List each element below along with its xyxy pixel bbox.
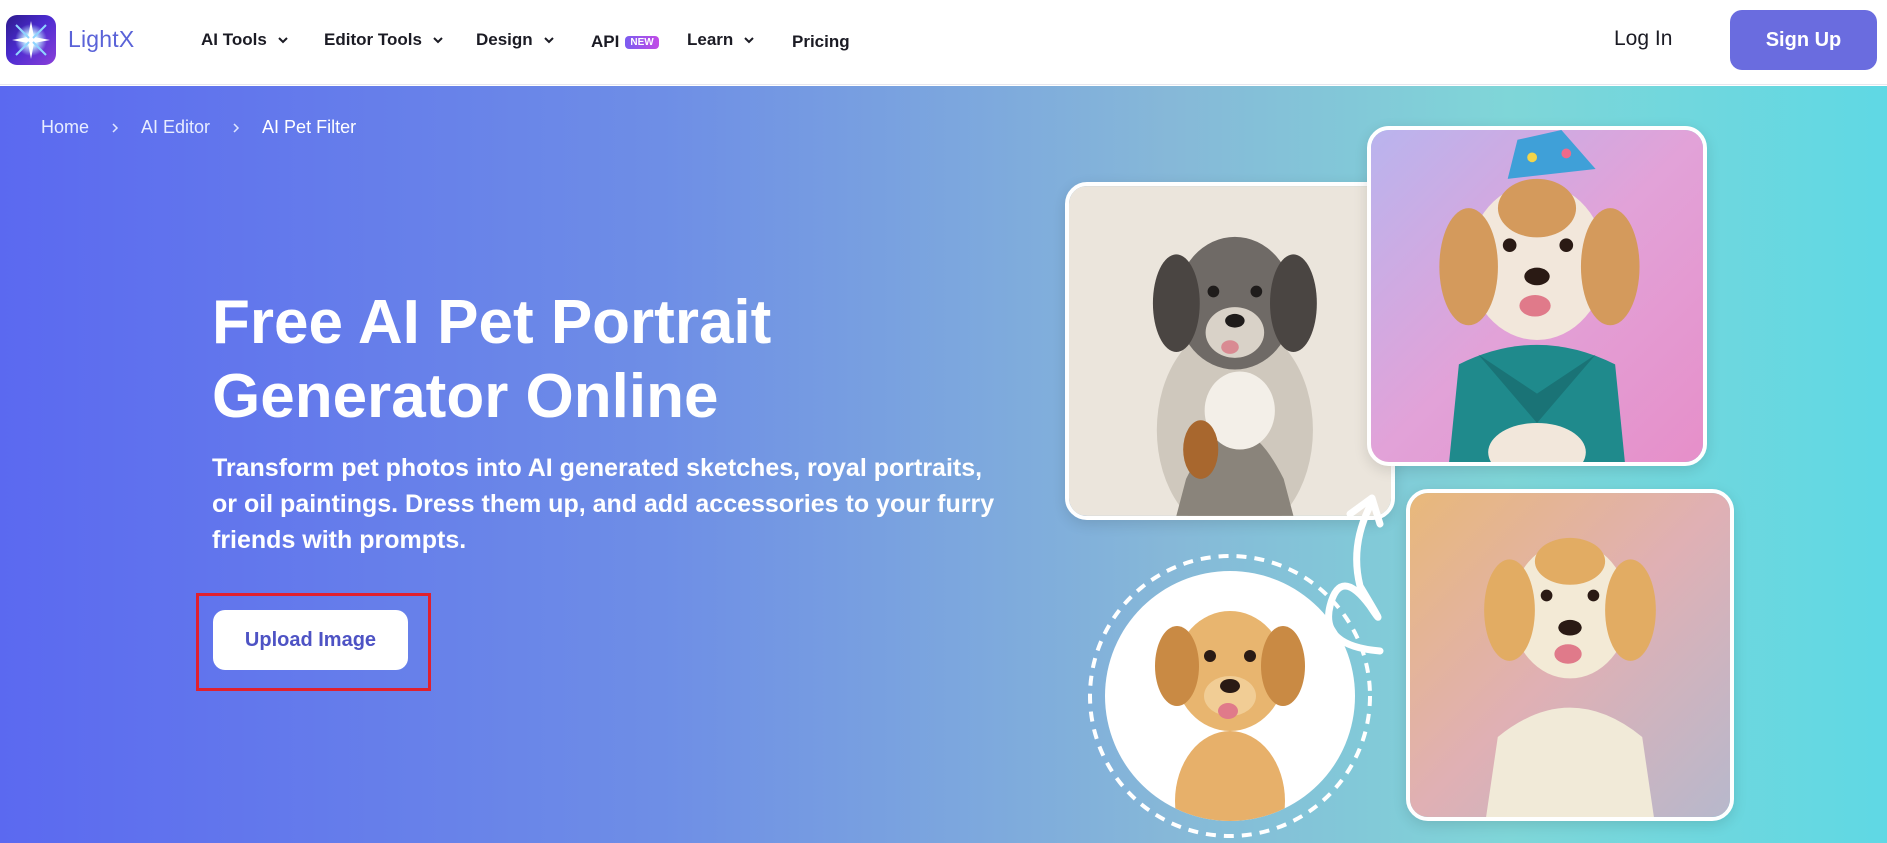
signup-button[interactable]: Sign Up bbox=[1730, 10, 1877, 70]
top-navbar: LightX AI Tools Editor Tools Design API … bbox=[0, 0, 1887, 85]
page-title-line2: Generator Online bbox=[212, 362, 719, 431]
nav-pricing-label: Pricing bbox=[792, 32, 850, 51]
party-dog-illustration bbox=[1371, 130, 1703, 462]
lightx-star-icon bbox=[12, 21, 50, 59]
nav-learn-label: Learn bbox=[687, 30, 734, 49]
sketch-dog-illustration bbox=[1069, 186, 1391, 516]
breadcrumb-home[interactable]: Home bbox=[41, 117, 89, 138]
chevron-down-icon bbox=[543, 37, 554, 44]
nav-editor-tools-label: Editor Tools bbox=[324, 30, 422, 49]
chevron-right-icon bbox=[233, 122, 240, 133]
upload-image-button[interactable]: Upload Image bbox=[213, 610, 408, 670]
chevron-down-icon bbox=[433, 37, 443, 44]
hero-subtitle: Transform pet photos into AI generated s… bbox=[212, 454, 995, 554]
chevron-right-icon bbox=[112, 122, 119, 133]
login-link[interactable]: Log In bbox=[1614, 27, 1672, 51]
chevron-down-icon bbox=[278, 37, 288, 44]
lightx-logo-icon[interactable] bbox=[6, 15, 56, 65]
nav-design-label: Design bbox=[476, 30, 533, 49]
curved-arrow-icon bbox=[1325, 494, 1384, 655]
painted-dog-illustration bbox=[1410, 493, 1730, 817]
breadcrumb-ai-pet-filter: AI Pet Filter bbox=[262, 117, 357, 137]
pencil-sketch-dog-image bbox=[1065, 182, 1395, 520]
nav-api[interactable]: API NEW bbox=[591, 32, 659, 52]
pastel-painting-dog-image bbox=[1406, 489, 1734, 821]
party-hat-dog-image bbox=[1367, 126, 1707, 466]
page-title-line1: Free AI Pet Portrait bbox=[212, 288, 772, 357]
nav-pricing[interactable]: Pricing bbox=[792, 32, 850, 52]
nav-ai-tools-label: AI Tools bbox=[201, 30, 267, 49]
new-badge: NEW bbox=[625, 35, 659, 49]
nav-api-label: API bbox=[591, 32, 620, 51]
chevron-down-icon bbox=[744, 37, 755, 44]
breadcrumb: Home AI Editor AI Pet Filter bbox=[41, 117, 356, 138]
nav-learn[interactable]: Learn bbox=[687, 30, 755, 50]
nav-design[interactable]: Design bbox=[476, 30, 555, 50]
nav-editor-tools[interactable]: Editor Tools bbox=[324, 30, 444, 50]
hero-section: Home AI Editor AI Pet Filter Free AI Pet… bbox=[0, 86, 1887, 843]
breadcrumb-ai-editor[interactable]: AI Editor bbox=[141, 117, 210, 138]
page-title: Free AI Pet Portrait Generator Online bbox=[212, 286, 912, 434]
nav-ai-tools[interactable]: AI Tools bbox=[201, 30, 289, 50]
brand-name[interactable]: LightX bbox=[68, 26, 134, 53]
